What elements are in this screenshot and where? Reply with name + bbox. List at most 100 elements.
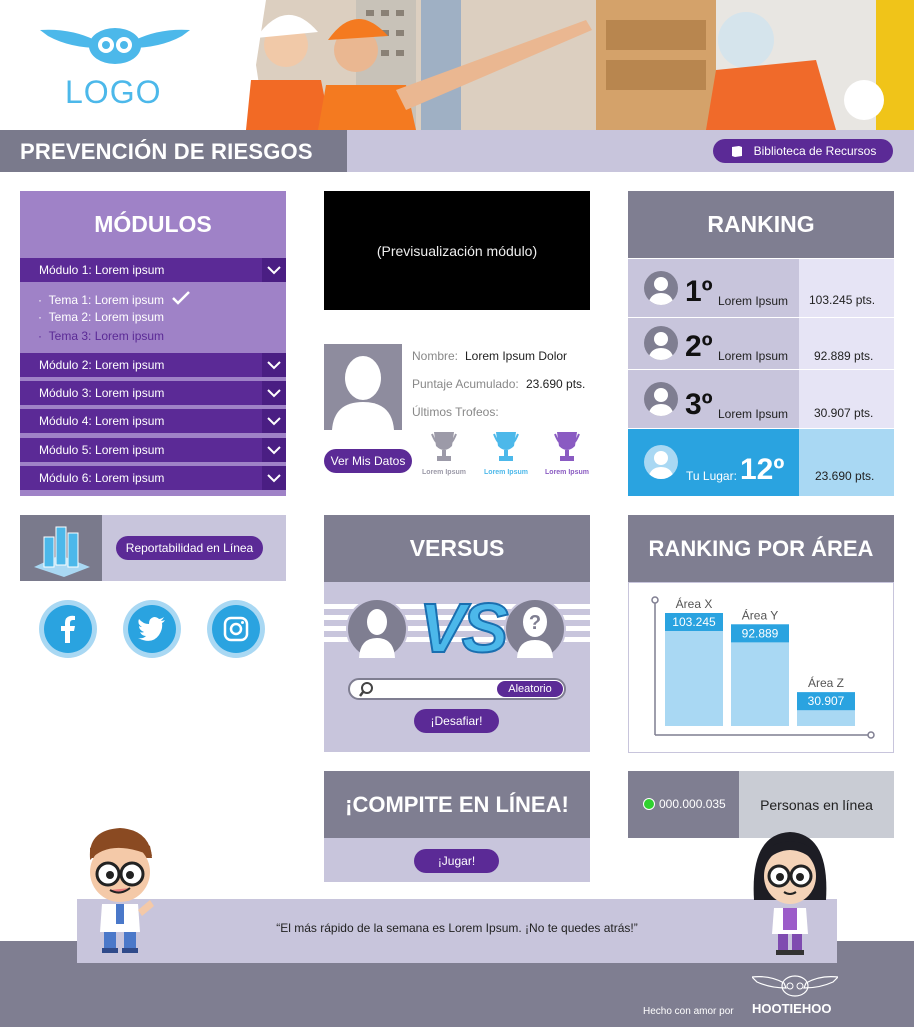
trophy-label: Lorem Ipsum [484,469,528,476]
user-points: 23.690 pts. [815,469,875,483]
challenge-button[interactable]: ¡Desafiar! [414,709,499,733]
chevron-down-icon[interactable] [262,353,286,377]
topic-item[interactable]: · Tema 1: Lorem ipsum [38,291,191,307]
chart-category-label: Área Y [742,607,778,622]
module-preview[interactable]: (Previsualización módulo) [324,191,590,310]
module-preview-text: (Previsualización módulo) [376,242,538,259]
module-item[interactable]: Módulo 2: Lorem ipsum [20,353,286,377]
instagram-button[interactable] [207,600,265,658]
topic-item[interactable]: · Tema 2: Lorem ipsum [38,310,164,324]
module-item[interactable]: Módulo 6: Lorem ipsum [20,466,286,490]
ranking-title: RANKING [628,191,894,258]
ranking-user-row: Tu Lugar: 12º 23.690 pts. [628,429,894,496]
module-item-label: Módulo 5: Lorem ipsum [39,443,165,457]
trophy[interactable]: Lorem Ipsum [418,430,470,476]
report-button[interactable]: Reportabilidad en Línea [116,536,263,560]
buildings-icon [20,515,102,581]
ranking-points: 103.245 pts. [809,293,876,307]
report-button-label: Reportabilidad en Línea [125,541,254,555]
ranking-points: 30.907 pts. [814,406,874,420]
online-label: Personas en línea [739,771,894,838]
ranking-points: 92.889 pts. [814,349,874,363]
trophy[interactable]: Lorem Ipsum [480,430,532,476]
topic-label: Tema 2: Lorem ipsum [48,310,165,324]
chevron-down-icon[interactable] [262,409,286,433]
topic-label: Tema 1: Lorem ipsum [48,293,165,307]
module-item-label: Módulo 1: Lorem ipsum [39,263,165,277]
trophy[interactable]: Lorem Ipsum [541,430,593,476]
user-place-label: Tu Lugar: [686,469,737,483]
challenge-button-label: ¡Desafiar! [430,714,483,728]
ranking-row: 3º Lorem Ipsum 30.907 pts. [628,370,894,428]
trophy-icon [493,432,519,461]
facebook-icon [44,605,92,653]
chart-value-label: 30.907 [808,694,845,708]
owl-logo-icon [40,28,190,64]
opponent-search-input[interactable]: Aleatorio [348,678,566,700]
topic-label: Tema 3: Lorem ipsum [48,329,165,343]
twitter-button[interactable] [123,600,181,658]
topic-item[interactable]: · Tema 3: Lorem ipsum [38,329,164,343]
play-button-label: ¡Jugar! [437,854,476,868]
online-label-text: Personas en línea [760,796,873,813]
chevron-down-icon[interactable] [262,466,286,490]
user-avatar-icon [644,445,678,479]
chevron-down-icon[interactable] [262,438,286,462]
versus-title: VERSUS [324,515,590,582]
module-item-label: Módulo 6: Lorem ipsum [39,471,165,485]
hero-banner [236,0,914,130]
resources-button[interactable]: Biblioteca de Recursos [713,139,893,163]
online-status-icon [643,798,655,810]
area-ranking-title: RANKING POR ÁREA [628,515,894,582]
ranking-name: Lorem Ipsum [718,407,789,421]
chart-value-label: 92.889 [742,626,779,640]
ranking-place: 2º [685,330,713,363]
random-button[interactable]: Aleatorio [497,681,563,697]
hootiehoo-logo-icon [752,975,838,997]
made-with-text: Hecho con amor por [643,1006,734,1017]
user-place: 12º [740,453,785,486]
ranking-name: Lorem Ipsum [718,349,789,363]
ranking-row: 2º Lorem Ipsum 92.889 pts. [628,318,894,369]
instagram-icon [212,605,260,653]
module-item-label: Módulo 3: Lorem ipsum [39,386,165,400]
play-button[interactable]: ¡Jugar! [414,849,499,873]
module-item-label: Módulo 2: Lorem ipsum [39,358,165,372]
facebook-button[interactable] [39,600,97,658]
module-item[interactable]: Módulo 3: Lorem ipsum [20,381,286,405]
chevron-down-icon[interactable] [262,381,286,405]
brand-name: HOOTIEHOO [752,1001,832,1016]
ranking-name: Lorem Ipsum [718,294,789,308]
online-count-panel: 000.000.035 [628,771,739,838]
trophies-label: Últimos Trofeos: [412,405,499,419]
bar-chart: 103.245 Área X 92.889 Área Y 30.907 Área Z [651,596,875,739]
trophy-icon [431,432,457,461]
logo-text: LOGO [65,74,162,110]
resources-button-label: Biblioteca de Recursos [753,144,877,158]
twitter-icon [128,605,176,653]
user-avatar-icon [644,326,678,360]
vs-text: VS [418,588,509,668]
chart-category-label: Área X [676,596,713,611]
checkmark-icon [172,291,191,305]
module-item[interactable]: Módulo 4: Lorem ipsum [20,409,286,433]
modules-title: MÓDULOS [94,211,212,237]
chart-value-label: 103.245 [672,615,716,629]
hero-photo [236,0,914,130]
score-value: 23.690 pts. [526,377,586,391]
logo[interactable]: LOGO [0,0,236,130]
user-silhouette-icon [332,356,394,430]
quote-text: “El más rápido de la semana es Lorem Ips… [276,921,638,935]
quote-banner: “El más rápido de la semana es Lorem Ips… [77,899,837,963]
my-data-button[interactable]: Ver Mis Datos [324,449,412,473]
name-value: Lorem Ipsum Dolor [465,349,568,363]
user-avatar-icon [644,271,678,305]
search-icon [359,682,373,697]
compete-panel: ¡Jugar! [324,838,590,882]
modules-panel: MÓDULOS Módulo 1: Lorem ipsum · Tema 1: … [20,191,286,496]
module-item[interactable]: Módulo 5: Lorem ipsum [20,438,286,462]
versus-panel: ? VS Aleatorio ¡Desafiar! [324,582,590,752]
chevron-down-icon[interactable] [262,258,286,282]
module-item[interactable]: Módulo 1: Lorem ipsum [20,258,286,282]
score-label: Puntaje Acumulado: [412,377,519,391]
